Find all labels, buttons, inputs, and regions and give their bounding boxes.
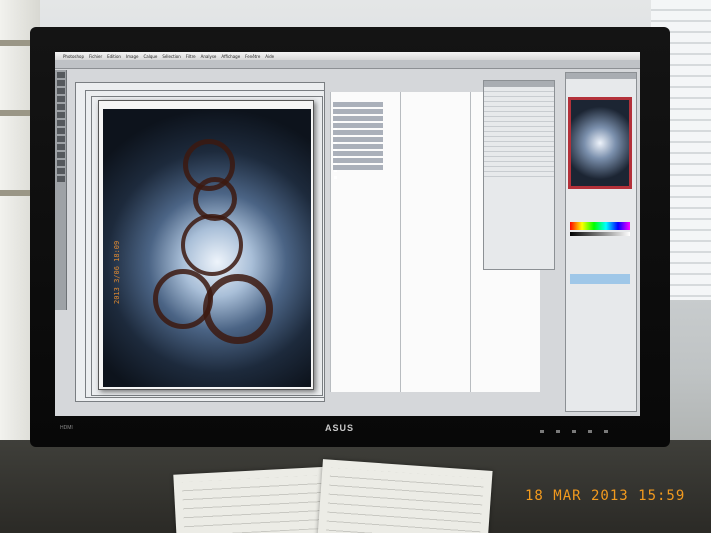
tool-icon[interactable] bbox=[56, 80, 65, 86]
tool-icon[interactable] bbox=[56, 152, 65, 158]
tool-icon[interactable] bbox=[56, 176, 65, 182]
file-row[interactable] bbox=[333, 165, 383, 179]
layers-panel bbox=[483, 80, 555, 270]
tools-panel bbox=[55, 70, 67, 310]
menu-bar: Photoshop Fichier Edition Image Calque S… bbox=[55, 52, 640, 60]
desk bbox=[0, 440, 711, 533]
menu-item[interactable]: Filtre bbox=[186, 54, 196, 59]
options-bar bbox=[55, 60, 640, 69]
photo: Photoshop Fichier Edition Image Calque S… bbox=[0, 0, 711, 533]
menu-item[interactable]: Aide bbox=[265, 54, 274, 59]
monitor-button[interactable] bbox=[540, 430, 544, 433]
canvas-image: 2013 3/06 18:09 bbox=[103, 109, 311, 387]
color-bar[interactable] bbox=[570, 222, 630, 230]
monitor-button[interactable] bbox=[572, 430, 576, 433]
navigator-preview bbox=[568, 97, 632, 189]
file-list-panel bbox=[330, 92, 400, 392]
menu-item[interactable]: Sélection bbox=[162, 54, 180, 59]
tool-icon[interactable] bbox=[56, 88, 65, 94]
file-row[interactable] bbox=[333, 116, 383, 130]
tool-icon[interactable] bbox=[56, 112, 65, 118]
file-row[interactable] bbox=[333, 123, 383, 137]
hdmi-label: HDMI bbox=[60, 425, 73, 431]
menu-item[interactable]: Fichier bbox=[89, 54, 102, 59]
file-row[interactable] bbox=[333, 144, 383, 158]
tool-icon[interactable] bbox=[56, 128, 65, 134]
tool-icon[interactable] bbox=[56, 160, 65, 166]
monitor-button[interactable] bbox=[588, 430, 592, 433]
menu-item[interactable]: Affichage bbox=[221, 54, 240, 59]
tool-icon[interactable] bbox=[56, 120, 65, 126]
tool-icon[interactable] bbox=[56, 104, 65, 110]
panel-header[interactable] bbox=[566, 73, 636, 79]
file-row[interactable] bbox=[333, 109, 383, 123]
menu-item[interactable]: Photoshop bbox=[63, 54, 84, 59]
tool-icon[interactable] bbox=[56, 168, 65, 174]
menu-item[interactable]: Analyse bbox=[201, 54, 217, 59]
file-row[interactable] bbox=[333, 151, 383, 165]
monitor-screen: Photoshop Fichier Edition Image Calque S… bbox=[55, 52, 640, 416]
monitor-brand-logo: ASUS bbox=[325, 423, 355, 433]
file-list-column bbox=[400, 92, 470, 392]
photo-date-stamp: 18 MAR 2013 15:59 bbox=[525, 488, 686, 504]
file-row[interactable] bbox=[333, 137, 383, 151]
gray-bar[interactable] bbox=[570, 232, 630, 236]
monitor-button[interactable] bbox=[556, 430, 560, 433]
file-row[interactable] bbox=[333, 130, 383, 144]
tool-icon[interactable] bbox=[56, 136, 65, 142]
selected-layer-row[interactable] bbox=[570, 274, 630, 284]
menu-item[interactable]: Calque bbox=[143, 54, 157, 59]
canvas-window[interactable]: 2013 3/06 18:09 bbox=[98, 100, 314, 390]
monitor-button[interactable] bbox=[604, 430, 608, 433]
canvas-date-stamp: 2013 3/06 18:09 bbox=[113, 240, 121, 304]
tool-icon[interactable] bbox=[56, 144, 65, 150]
tool-icon[interactable] bbox=[56, 72, 65, 78]
file-row[interactable] bbox=[333, 102, 383, 116]
tool-icon[interactable] bbox=[56, 96, 65, 102]
menu-item[interactable]: Fenêtre bbox=[245, 54, 260, 59]
paper-sheet bbox=[317, 459, 493, 533]
file-row[interactable] bbox=[333, 158, 383, 172]
menu-item[interactable]: Image bbox=[126, 54, 139, 59]
menu-item[interactable]: Edition bbox=[107, 54, 121, 59]
